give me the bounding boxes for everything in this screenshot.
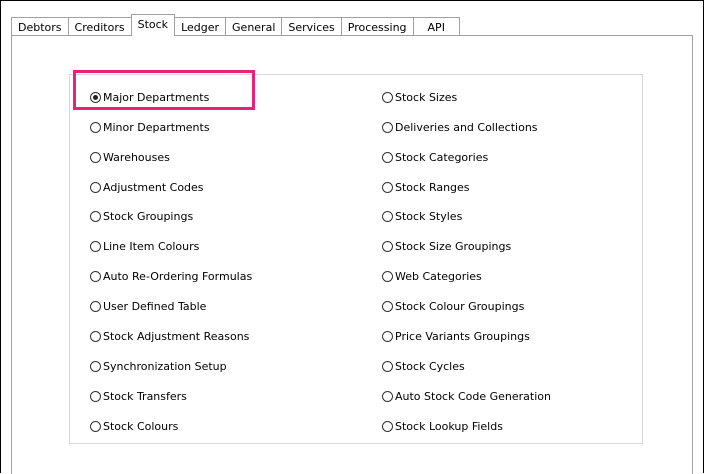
radio-checked-icon[interactable] [90,91,101,103]
radio-user-defined-table[interactable]: User Defined Table [90,298,206,314]
radio-label: Stock Size Groupings [395,239,512,253]
radio-stock-sizes[interactable]: Stock Sizes [382,89,457,105]
radio-unchecked-icon[interactable] [382,330,393,342]
radio-label: Stock Ranges [395,180,470,194]
radio-unchecked-icon[interactable] [382,181,393,193]
radio-deliveries-and-collections[interactable]: Deliveries and Collections [382,119,538,135]
radio-label: Price Variants Groupings [395,329,530,343]
radio-unchecked-icon[interactable] [90,181,101,193]
radio-stock-cycles[interactable]: Stock Cycles [382,358,465,374]
radio-label: Stock Colours [103,419,179,433]
tab-stock[interactable]: Stock [130,14,176,36]
tab-api[interactable]: API [412,17,460,36]
radio-stock-adjustment-reasons[interactable]: Stock Adjustment Reasons [90,328,249,344]
radio-unchecked-icon[interactable] [90,121,101,133]
tab-services[interactable]: Services [281,17,342,36]
radio-unchecked-icon[interactable] [382,360,393,372]
radio-unchecked-icon[interactable] [382,91,393,103]
tab-processing[interactable]: Processing [340,17,414,36]
radio-stock-transfers[interactable]: Stock Transfers [90,388,187,404]
radio-stock-ranges[interactable]: Stock Ranges [382,179,470,195]
radio-unchecked-icon[interactable] [382,210,393,222]
radio-unchecked-icon[interactable] [90,300,101,312]
radio-stock-groupings[interactable]: Stock Groupings [90,208,193,224]
radio-label: Stock Groupings [103,209,194,223]
radio-line-item-colours[interactable]: Line Item Colours [90,238,199,254]
radio-unchecked-icon[interactable] [90,360,101,372]
radio-unchecked-icon[interactable] [90,210,101,222]
radio-price-variants-groupings[interactable]: Price Variants Groupings [382,328,530,344]
radio-stock-colour-groupings[interactable]: Stock Colour Groupings [382,298,524,314]
radio-label: Stock Categories [395,150,489,164]
radio-label: Stock Styles [395,209,463,223]
tab-strip: Debtors Creditors Stock Ledger General S… [11,14,460,36]
radio-stock-lookup-fields[interactable]: Stock Lookup Fields [382,418,503,434]
tab-general[interactable]: General [225,17,283,36]
radio-unchecked-icon[interactable] [90,330,101,342]
radio-label: Stock Cycles [395,359,465,373]
tab-creditors[interactable]: Creditors [67,17,132,36]
radio-unchecked-icon[interactable] [382,300,393,312]
radio-label: Adjustment Codes [103,180,204,194]
radio-auto-stock-code-generation[interactable]: Auto Stock Code Generation [382,388,551,404]
radio-unchecked-icon[interactable] [382,390,393,402]
radio-label: Deliveries and Collections [395,120,538,134]
radio-label: Stock Transfers [103,389,187,403]
radio-stock-colours[interactable]: Stock Colours [90,418,178,434]
radio-label: Auto Stock Code Generation [395,389,551,403]
radio-label: Stock Sizes [395,90,458,104]
radio-stock-size-groupings[interactable]: Stock Size Groupings [382,238,511,254]
radio-label: Line Item Colours [103,239,200,253]
tab-ledger[interactable]: Ledger [174,17,227,36]
radio-unchecked-icon[interactable] [90,151,101,163]
radio-label: Minor Departments [103,120,210,134]
radio-label: Stock Adjustment Reasons [103,329,250,343]
radio-unchecked-icon[interactable] [382,151,393,163]
radio-unchecked-icon[interactable] [382,121,393,133]
radio-label: Stock Lookup Fields [395,419,503,433]
radio-label: Synchronization Setup [103,359,227,373]
radio-unchecked-icon[interactable] [382,240,393,252]
radio-label: User Defined Table [103,299,207,313]
radio-minor-departments[interactable]: Minor Departments [90,119,210,135]
radio-label: Major Departments [103,90,210,104]
radio-web-categories[interactable]: Web Categories [382,268,482,284]
radio-unchecked-icon[interactable] [90,420,101,432]
radio-unchecked-icon[interactable] [90,390,101,402]
radio-label: Auto Re-Ordering Formulas [103,269,253,283]
radio-unchecked-icon[interactable] [382,420,393,432]
radio-synchronization-setup[interactable]: Synchronization Setup [90,358,227,374]
radio-label: Web Categories [395,269,482,283]
radio-unchecked-icon[interactable] [90,240,101,252]
tab-debtors[interactable]: Debtors [11,17,69,36]
radio-unchecked-icon[interactable] [90,270,101,282]
radio-adjustment-codes[interactable]: Adjustment Codes [90,179,204,195]
radio-stock-styles[interactable]: Stock Styles [382,208,462,224]
radio-label: Warehouses [103,150,170,164]
radio-stock-categories[interactable]: Stock Categories [382,149,488,165]
radio-warehouses[interactable]: Warehouses [90,149,170,165]
radio-unchecked-icon[interactable] [382,270,393,282]
radio-auto-reordering-formulas[interactable]: Auto Re-Ordering Formulas [90,268,252,284]
radio-label: Stock Colour Groupings [395,299,525,313]
radio-major-departments[interactable]: Major Departments [90,89,209,105]
